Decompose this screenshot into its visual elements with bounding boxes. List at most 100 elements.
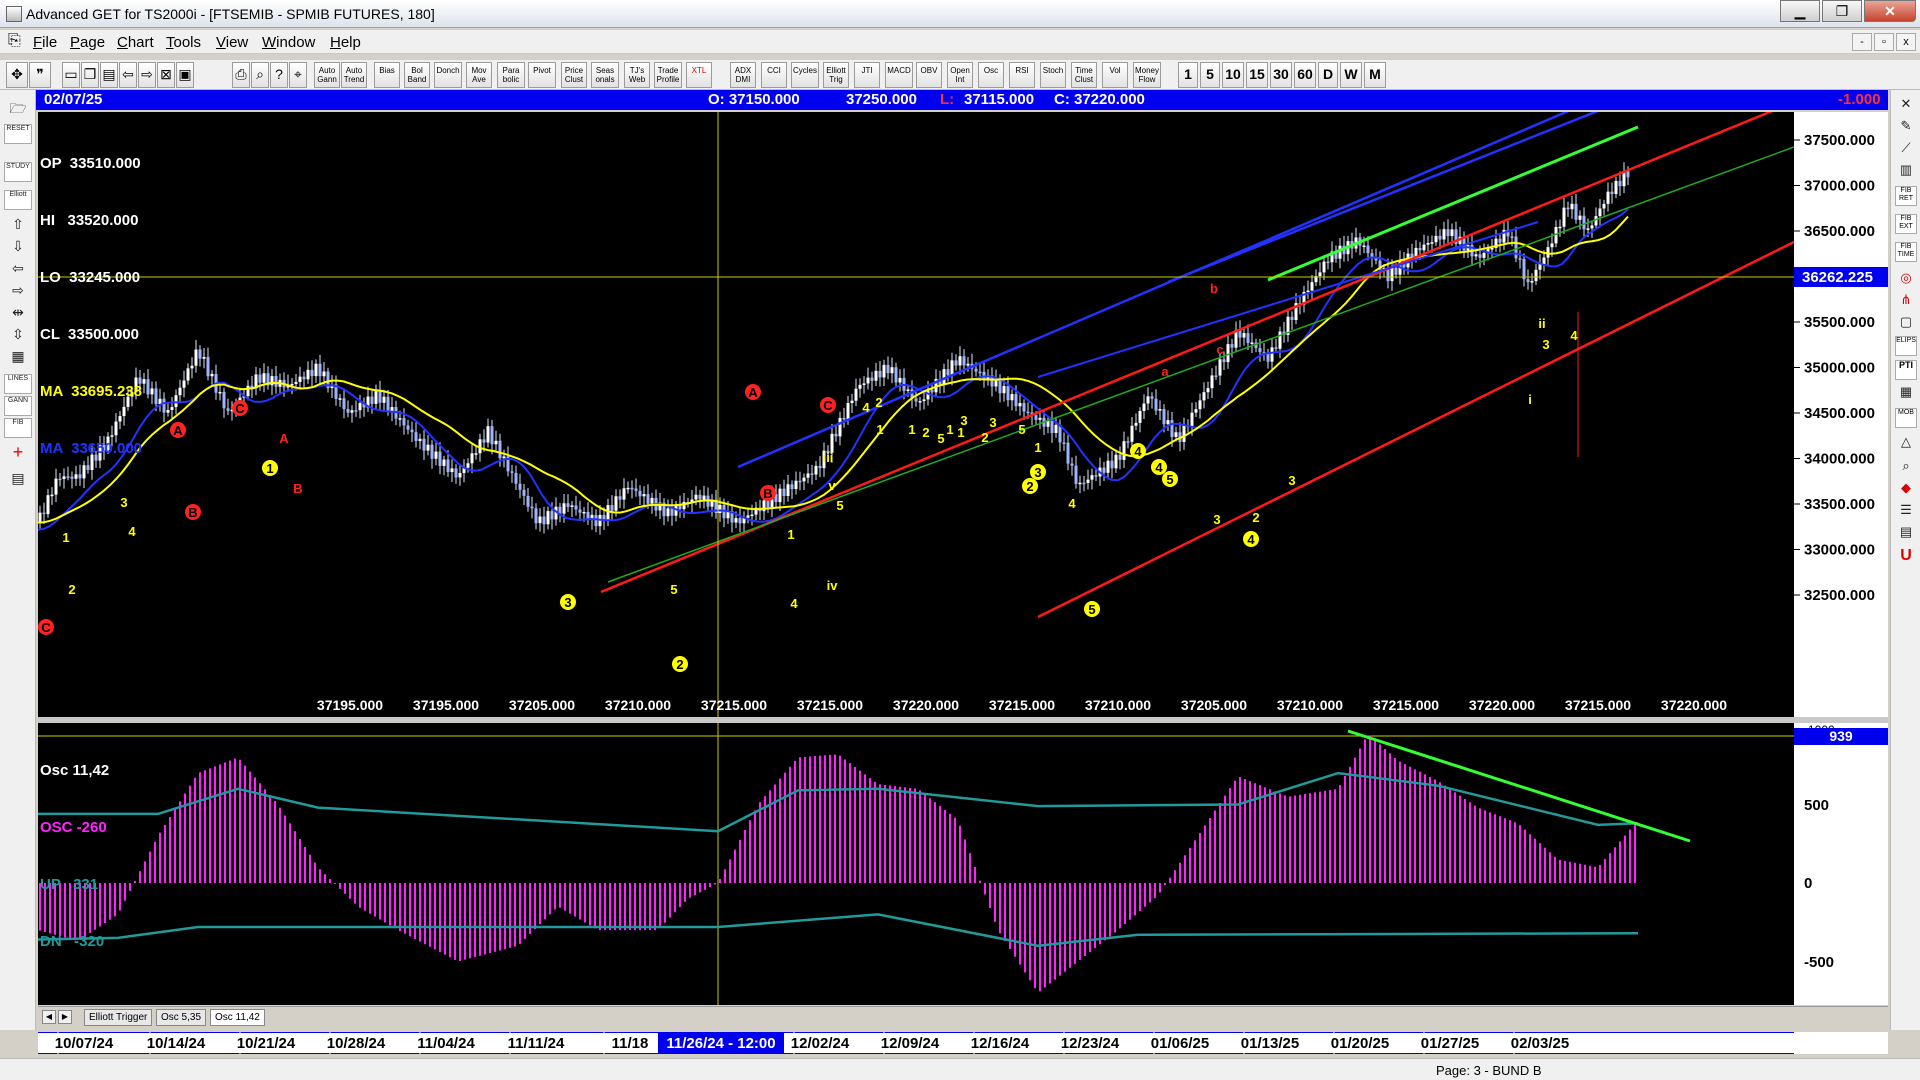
study-stoch-button[interactable]: Stoch	[1040, 62, 1066, 88]
study-adx-dmi-button[interactable]: ADX DMI	[730, 62, 756, 88]
study-bol-band-button[interactable]: Bol Band	[404, 62, 430, 88]
fan-icon[interactable]: ⋔	[1895, 290, 1917, 310]
period-daily-button[interactable]: D	[1318, 62, 1338, 88]
study-tjs-web-button[interactable]: TJ's Web	[624, 62, 650, 88]
arrow-left-icon[interactable]: ⇦	[4, 258, 32, 278]
save-icon[interactable]: ▣	[176, 62, 194, 88]
page-icon[interactable]: ▤	[1895, 522, 1917, 542]
date-axis[interactable]: 10/07/24 10/14/24 10/21/24 10/28/24 11/04/24…	[38, 1032, 1888, 1054]
tab-osc-11-42[interactable]: Osc 11,42	[210, 1009, 265, 1026]
close-button[interactable]: ✕	[1864, 0, 1916, 22]
grid-icon[interactable]: ⊠	[157, 62, 175, 88]
new-page-icon[interactable]: ▭	[62, 62, 80, 88]
menu-view[interactable]: View	[216, 34, 248, 51]
zoom-icon[interactable]: ⌕	[251, 62, 269, 88]
help-icon[interactable]: ?	[270, 62, 288, 88]
study-donch-button[interactable]: Donch	[434, 62, 462, 88]
mdi-restore-button[interactable]: ▫	[1874, 33, 1894, 51]
study-xtl-button[interactable]: XTL	[686, 62, 712, 88]
line-tool-icon[interactable]: ⟋	[1895, 138, 1917, 158]
tab-elliott-trigger[interactable]: Elliott Trigger	[84, 1009, 153, 1026]
period-60-button[interactable]: 60	[1294, 62, 1316, 88]
spiral-icon[interactable]: ◎	[1895, 268, 1917, 288]
period-weekly-button[interactable]: W	[1340, 62, 1362, 88]
tool-pti[interactable]: PTI	[1895, 360, 1917, 380]
menu-window[interactable]: Window	[262, 34, 315, 51]
tool-fib[interactable]: FIB	[4, 418, 32, 438]
study-vol-button[interactable]: Vol	[1102, 62, 1128, 88]
list-icon[interactable]: ☰	[1895, 500, 1917, 520]
magnet-icon[interactable]: U	[1895, 546, 1917, 566]
study-elliott-trig-button[interactable]: Elliott Trig	[823, 62, 849, 88]
table-icon[interactable]: ▦	[4, 346, 32, 366]
study-mov-ave-button[interactable]: Mov Ave	[466, 62, 492, 88]
study-macd-button[interactable]: MACD	[885, 62, 913, 88]
study-seasonals-button[interactable]: Seas onals	[591, 62, 619, 88]
ruler-icon[interactable]: ▥	[1895, 160, 1917, 180]
magnifier-icon[interactable]: ⌕	[1895, 456, 1917, 476]
tool-mob[interactable]: MOB	[1895, 408, 1917, 428]
price-axis[interactable]: 37500.00037000.00036500.00036000.0003550…	[1794, 112, 1888, 717]
tool-elips[interactable]: ELIPS	[1895, 336, 1917, 356]
tool-gann[interactable]: GANN	[4, 396, 32, 416]
study-auto-trend-button[interactable]: Auto Trend	[341, 62, 367, 88]
tool-elliott[interactable]: Elliott	[4, 190, 32, 210]
pointer-help-icon[interactable]: ⌖	[289, 62, 307, 88]
mdi-minimize-button[interactable]: -	[1852, 33, 1872, 51]
tab-scroll-left-icon[interactable]: ◀	[42, 1010, 56, 1024]
grid-tool-icon[interactable]: ▦	[1895, 382, 1917, 402]
tool-fib-ret[interactable]: FIB RET	[1895, 186, 1917, 206]
open-folder-icon[interactable]: 🗁	[4, 98, 32, 118]
study-time-clust-button[interactable]: Time Clust	[1071, 62, 1097, 88]
period-15-button[interactable]: 15	[1246, 62, 1268, 88]
maximize-button[interactable]: ❐	[1822, 0, 1862, 22]
tool-reset[interactable]: RESET	[4, 124, 32, 144]
print-icon[interactable]: ⎙	[232, 62, 250, 88]
forward-icon[interactable]: ⇨	[138, 62, 156, 88]
copy-icon[interactable]: ❐	[81, 62, 99, 88]
pencil-icon[interactable]: ✎	[1895, 116, 1917, 136]
period-30-button[interactable]: 30	[1270, 62, 1292, 88]
mdi-close-button[interactable]: x	[1896, 33, 1916, 51]
notepad-icon[interactable]: ▤	[4, 468, 32, 488]
tool-study[interactable]: STUDY	[4, 162, 32, 182]
period-10-button[interactable]: 10	[1222, 62, 1244, 88]
box-icon[interactable]: ▢	[1895, 312, 1917, 332]
osc-axis[interactable]: 1000 939 500 0 -500	[1794, 723, 1888, 1005]
back-icon[interactable]: ⇦	[119, 62, 137, 88]
study-osc-button[interactable]: Osc	[978, 62, 1004, 88]
study-money-flow-button[interactable]: Money Flow	[1133, 62, 1161, 88]
expand-vertical-icon[interactable]: ⇳	[4, 324, 32, 344]
cross-icon[interactable]: ✕	[1895, 94, 1917, 114]
minimize-button[interactable]: ▁	[1780, 0, 1820, 22]
price-chart[interactable]: 1 2 3 4 1 4 2 3 4 3 i ii iii iv v 5 4 2 1 3 5 2 1 4 3 5 1 2 1 1 2 3 5 1 2 3…	[37, 85, 1795, 717]
chart-icon[interactable]: ▤	[100, 62, 118, 88]
arrow-right-icon[interactable]: ⇨	[4, 280, 32, 300]
menu-file[interactable]: File	[33, 34, 57, 51]
tool-fib-time[interactable]: FIB TIME	[1895, 242, 1917, 262]
menu-help[interactable]: Help	[330, 34, 361, 51]
tool-lines[interactable]: LINES	[4, 374, 32, 394]
period-1-button[interactable]: 1	[1178, 62, 1198, 88]
study-rsi-button[interactable]: RSI	[1009, 62, 1035, 88]
oscillator-chart[interactable]: Osc 11,42 OSC -260 UP 331 DN -320	[37, 723, 1794, 1005]
triangle-icon[interactable]: △	[1895, 432, 1917, 452]
tab-osc-5-35[interactable]: Osc 5,35	[156, 1009, 207, 1026]
menu-page[interactable]: Page	[70, 34, 105, 51]
expand-horizontal-icon[interactable]: ⇹	[4, 302, 32, 322]
crosshair-icon[interactable]: ✥	[6, 62, 28, 88]
study-obv-button[interactable]: OBV	[916, 62, 942, 88]
arrow-up-icon[interactable]: ⇧	[4, 214, 32, 234]
study-parabolic-button[interactable]: Para bolic	[497, 62, 525, 88]
tab-scroll-right-icon[interactable]: ▶	[58, 1010, 72, 1024]
arrow-down-icon[interactable]: ⇩	[4, 236, 32, 256]
study-open-int-button[interactable]: Open Int	[947, 62, 973, 88]
period-5-button[interactable]: 5	[1200, 62, 1220, 88]
study-pivot-button[interactable]: Pivot	[528, 62, 556, 88]
study-cci-button[interactable]: CCI	[761, 62, 787, 88]
study-bias-button[interactable]: Bias	[374, 62, 400, 88]
crosshair-plus-icon[interactable]: +	[4, 442, 32, 462]
menu-chart[interactable]: Chart	[117, 34, 154, 51]
tool-fib-ext[interactable]: FIB EXT	[1895, 214, 1917, 234]
period-monthly-button[interactable]: M	[1364, 62, 1386, 88]
